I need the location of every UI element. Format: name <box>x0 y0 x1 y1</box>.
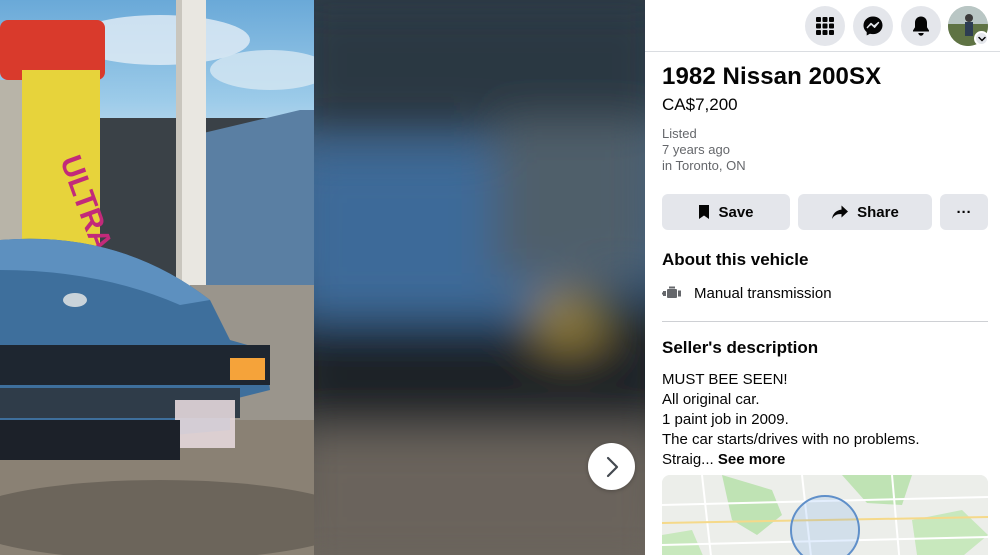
divider <box>662 321 988 322</box>
listing-location[interactable]: in Toronto, ON <box>662 158 746 173</box>
transmission-label: Manual transmission <box>694 284 832 302</box>
listed-label: Listed <box>662 126 697 141</box>
share-label: Share <box>857 203 899 221</box>
account-menu-toggle[interactable] <box>974 31 989 46</box>
see-more-link[interactable]: See more <box>718 451 786 468</box>
more-options-button[interactable]: ··· <box>940 194 988 230</box>
grid-menu-icon <box>816 17 834 35</box>
save-button[interactable]: Save <box>662 194 790 230</box>
listing-photo[interactable]: ULTRA 64 <box>0 0 314 555</box>
description-truncated-line: Straig... See more <box>662 450 988 470</box>
seller-description-heading: Seller's description <box>662 338 819 357</box>
chevron-down-icon <box>977 36 986 42</box>
messenger-icon <box>863 16 883 36</box>
description-truncated-text: Straig... <box>662 451 714 468</box>
bookmark-icon <box>699 205 710 219</box>
chevron-right-icon <box>606 456 618 477</box>
about-vehicle-heading: About this vehicle <box>662 250 809 269</box>
map-illustration <box>662 475 988 555</box>
photo-viewer: ULTRA 64 <box>0 0 645 555</box>
description-line: The car starts/drives with no problems. <box>662 431 920 448</box>
menu-button[interactable] <box>805 6 845 46</box>
listing-title: 1982 Nissan 200SX <box>662 63 882 90</box>
next-photo-button[interactable] <box>588 443 635 490</box>
description-line: All original car. <box>662 391 760 408</box>
description-line: 1 paint job in 2009. <box>662 411 789 428</box>
listed-time[interactable]: 7 years ago <box>662 142 730 157</box>
seller-description: MUST BEE SEEN! All original car. 1 paint… <box>662 370 988 470</box>
listing-price: CA$7,200 <box>662 95 738 114</box>
share-button[interactable]: Share <box>798 194 932 230</box>
engine-icon <box>662 286 681 298</box>
car-photo-illustration: ULTRA 64 <box>0 0 314 555</box>
more-icon: ··· <box>956 203 972 221</box>
location-map[interactable] <box>662 475 988 555</box>
messenger-button[interactable] <box>853 6 893 46</box>
listing-details-panel: 1982 Nissan 200SX CA$7,200 Listed 7 year… <box>645 0 1000 555</box>
notifications-button[interactable] <box>901 6 941 46</box>
bell-icon <box>913 16 929 36</box>
top-navigation-bar <box>645 0 1000 52</box>
save-label: Save <box>718 203 754 221</box>
share-arrow-icon <box>832 205 849 219</box>
description-line: MUST BEE SEEN! <box>662 371 788 388</box>
transmission-detail: Manual transmission <box>662 282 832 304</box>
